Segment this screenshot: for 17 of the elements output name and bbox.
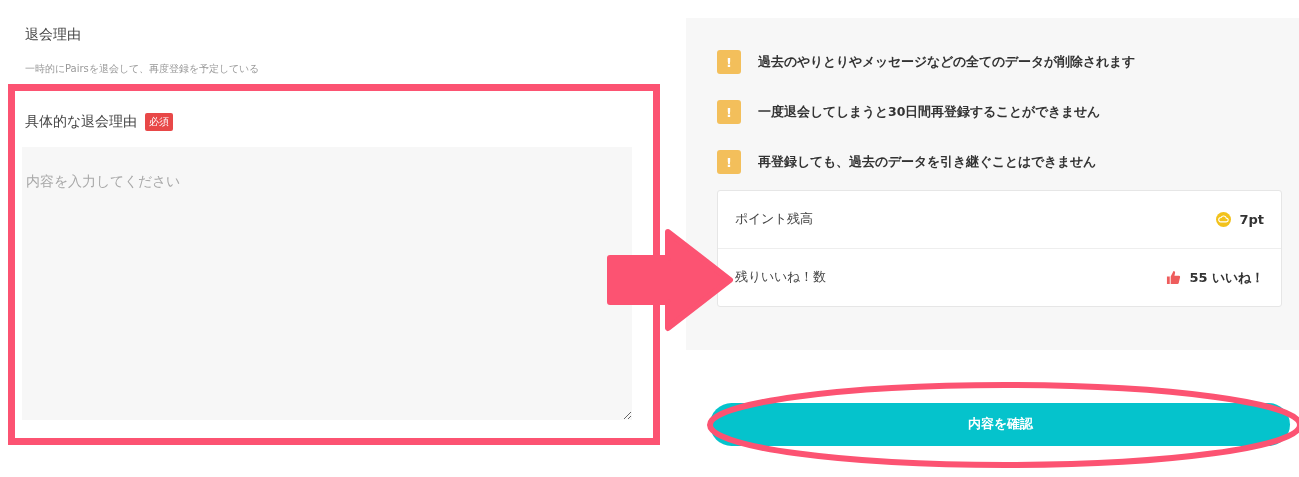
warning-icon: !	[717, 150, 741, 174]
warning-text: 再登録しても、過去のデータを引き継ぐことはできません	[758, 153, 1096, 171]
field-label: 具体的な退会理由	[25, 113, 137, 131]
balance-label: 残りいいね！数	[735, 269, 826, 286]
warning-icon: !	[717, 100, 741, 124]
balance-value: 55 いいね！	[1189, 268, 1264, 287]
warning-text: 過去のやりとりやメッセージなどの全てのデータが削除されます	[758, 53, 1135, 71]
balance-label: ポイント残高	[735, 211, 813, 228]
balance-value: 7pt	[1239, 212, 1264, 227]
thumbs-up-icon	[1166, 270, 1182, 285]
section-title: 退会理由	[25, 26, 82, 44]
warning-icon: !	[717, 50, 741, 74]
warning-text: 一度退会してしまうと30日間再登録することができません	[758, 103, 1101, 121]
reason-input-field[interactable]: 内容を入力してください	[22, 147, 632, 420]
coin-icon	[1216, 212, 1232, 227]
required-badge: 必須	[145, 113, 173, 131]
confirm-button[interactable]: 内容を確認	[710, 403, 1290, 446]
